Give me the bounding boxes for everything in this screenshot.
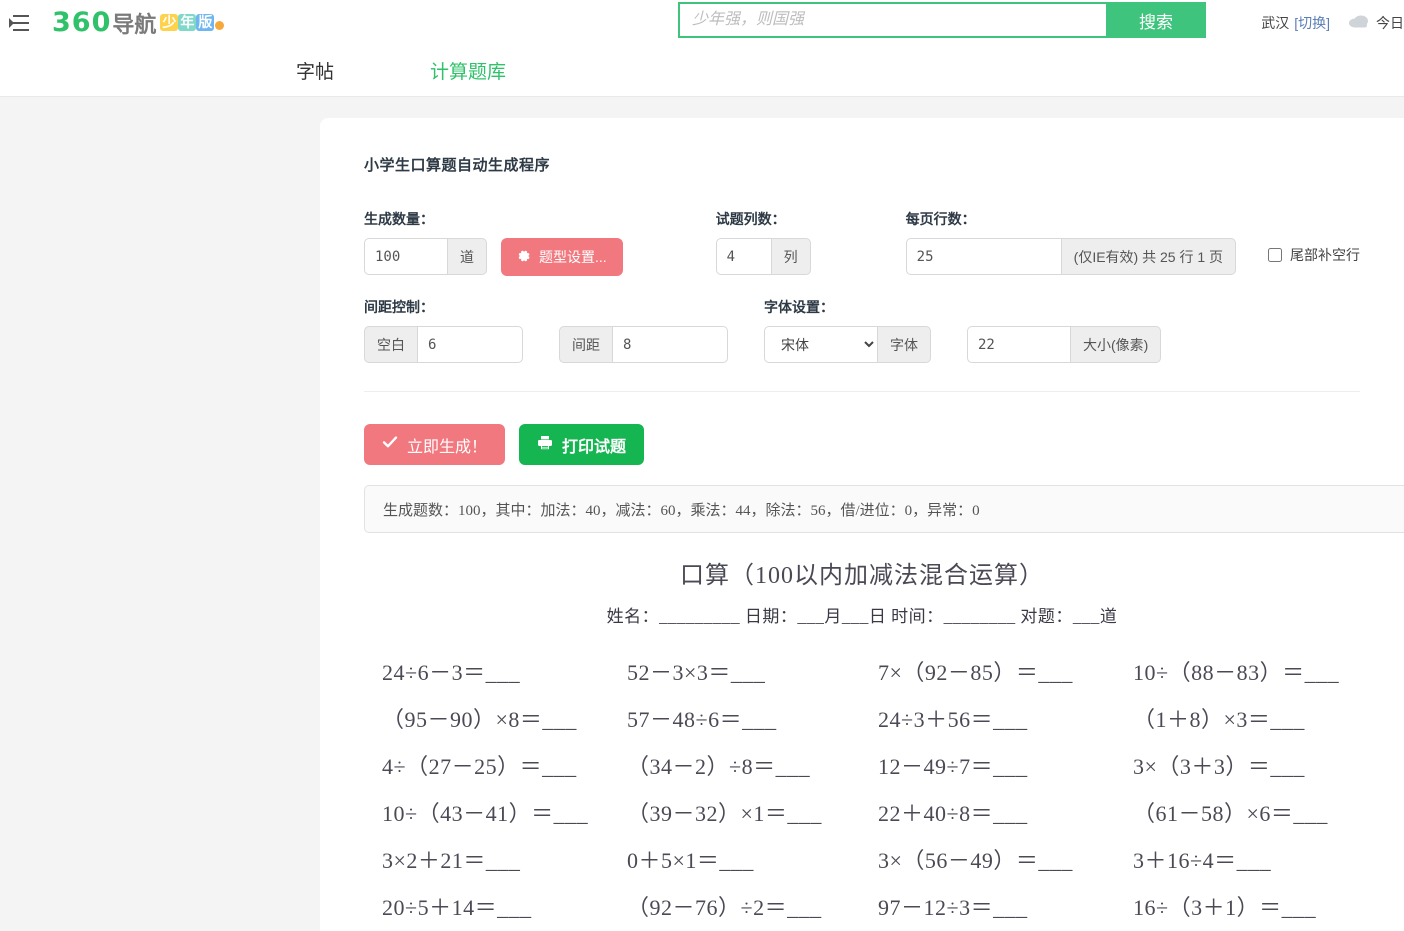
generate-now-label: 立即生成！	[407, 438, 488, 456]
field-columns: 试题列数： 列	[715, 209, 811, 275]
brand-badge-char-3: 版	[196, 14, 215, 31]
search-button[interactable]: 搜索	[1106, 2, 1206, 38]
field-rows-per-page: 每页行数： (仅IE有效) 共 25 行 1 页	[905, 209, 1237, 275]
fill-blank-rows-checkbox-wrap: 尾部补空行	[1268, 245, 1360, 275]
field-spacing: 间距控制： 空白 间距	[364, 297, 728, 363]
page-body: 小学生口算题自动生成程序 生成数量： 道	[0, 97, 1404, 931]
page-title: 小学生口算题自动生成程序	[364, 157, 551, 174]
top-bar: 360 导航 少 年 版 搜索 武汉 [切换] 今日	[0, 0, 1404, 45]
cloud-icon	[1348, 14, 1370, 31]
rows-input[interactable]	[905, 238, 1062, 275]
problem-item: 12－49÷7＝___	[878, 754, 1028, 779]
font-input-groups: 宋体 字体 大小(像素)	[764, 326, 1162, 363]
brand-badge-char-2: 年	[178, 14, 197, 31]
question-type-settings-label: 题型设置...	[539, 249, 607, 265]
content-card: 小学生口算题自动生成程序 生成数量： 道	[320, 118, 1404, 931]
print-paper-button[interactable]: 打印试题	[519, 424, 645, 465]
columns-unit-addon: 列	[771, 238, 811, 275]
check-icon	[382, 435, 398, 454]
worksheet: 口算（100以内加减法混合运算） 姓名：_________ 日期：___月___…	[364, 555, 1360, 931]
problem-item: 3×（3＋3）＝___	[1133, 754, 1305, 779]
search-input[interactable]	[678, 2, 1106, 38]
gear-icon	[517, 249, 531, 266]
problem-item: 22＋40÷8＝___	[878, 801, 1028, 826]
spacing-label: 间距控制：	[364, 299, 434, 315]
nav-tabs: 字帖 计算题库	[0, 45, 1404, 97]
menu-collapse-icon[interactable]	[4, 14, 34, 32]
brand-badge: 少 年 版	[160, 14, 225, 31]
problem-item: （34－2）÷8＝___	[627, 754, 811, 779]
columns-input[interactable]	[715, 238, 772, 275]
blank-input[interactable]	[418, 326, 523, 363]
problem-item: 57－48÷6＝___	[627, 707, 777, 732]
problem-item: 4÷（27－25）＝___	[382, 754, 577, 779]
problem-item: 20÷5＋14＝___	[382, 895, 532, 920]
spacing-input-groups: 空白 间距	[364, 326, 728, 363]
font-family-select[interactable]: 宋体	[764, 326, 878, 363]
section-divider	[364, 391, 1360, 392]
problem-item: 3×（56－49）＝___	[878, 848, 1073, 873]
font-label: 字体设置：	[764, 299, 834, 315]
brand-badge-dot	[215, 21, 225, 30]
generate-now-button[interactable]: 立即生成！	[364, 424, 506, 465]
hamburger-collapse-icon	[9, 14, 29, 31]
font-addon: 字体	[878, 326, 931, 363]
rows-label: 每页行数：	[905, 211, 976, 227]
action-buttons: 立即生成！ 打印试题	[364, 424, 1360, 465]
problem-item: 97－12÷3＝___	[878, 895, 1028, 920]
problem-item: （92－76）÷2＝___	[627, 895, 822, 920]
rows-input-group: (仅IE有效) 共 25 行 1 页	[905, 238, 1237, 275]
worksheet-problems: 24÷6－3＝___ 52－3×3＝___ 7×（92－85）＝___ 10÷（…	[364, 649, 1360, 931]
worksheet-info-line: 姓名：_________ 日期：___月___日 时间：________ 对题：…	[606, 607, 1118, 626]
top-right-info: 武汉 [切换] 今日	[1261, 0, 1404, 45]
problem-item: （39－32）×1＝___	[627, 801, 822, 826]
city-label: 武汉	[1261, 14, 1290, 31]
problem-item: 3×2＋21＝___	[382, 848, 521, 873]
problem-item: 24÷3＋56＝___	[878, 707, 1028, 732]
problem-item: 10÷（43－41）＝___	[382, 801, 589, 826]
problem-item: 24÷6－3＝___	[382, 660, 521, 685]
worksheet-title: 口算（100以内加减法混合运算）	[680, 563, 1044, 589]
problem-item: 52－3×3＝___	[627, 660, 766, 685]
fill-blank-rows-label: 尾部补空行	[1290, 247, 1360, 263]
columns-label: 试题列数：	[715, 211, 786, 227]
question-type-settings-button[interactable]: 题型设置...	[501, 238, 623, 276]
fill-blank-rows-checkbox[interactable]	[1268, 248, 1282, 262]
gap-prefix-addon: 间距	[559, 326, 613, 363]
status-message: 生成题数：100，其中：加法：40，减法：60，乘法：44，除法：56，借/进位…	[364, 485, 1404, 533]
rows-suffix-addon: (仅IE有效) 共 25 行 1 页	[1061, 238, 1237, 275]
today-weather-label: 今日	[1376, 14, 1404, 31]
count-input[interactable]	[364, 238, 448, 275]
blank-prefix-addon: 空白	[364, 326, 418, 363]
field-count: 生成数量： 道 题型设置...	[364, 209, 623, 276]
brand-360-text: 360	[52, 7, 112, 38]
font-size-input[interactable]	[967, 326, 1071, 363]
problem-item: 16÷（3＋1）＝___	[1133, 895, 1317, 920]
count-label: 生成数量：	[364, 211, 434, 227]
problem-item: （1＋8）×3＝___	[1133, 707, 1305, 732]
tab-jisuan-tiku[interactable]: 计算题库	[430, 57, 506, 84]
columns-input-group: 列	[715, 238, 811, 275]
city-switch-link[interactable]: [切换]	[1294, 13, 1330, 33]
tab-zitie[interactable]: 字帖	[296, 57, 334, 84]
font-size-addon: 大小(像素)	[1071, 326, 1162, 363]
form-row-2: 间距控制： 空白 间距 字体设置： 宋体	[364, 297, 1360, 363]
field-font: 字体设置： 宋体 字体 大小(像素)	[764, 297, 1162, 363]
print-paper-label: 打印试题	[562, 438, 627, 456]
brand-nav-text: 导航	[112, 11, 157, 37]
problem-item: 10÷（88－83）＝___	[1133, 660, 1340, 685]
search-bar: 搜索	[678, 2, 1206, 38]
printer-icon	[537, 435, 553, 455]
problem-item: 3＋16÷4＝___	[1133, 848, 1272, 873]
problem-item: 0＋5×1＝___	[627, 848, 754, 873]
count-input-group: 道 题型设置...	[364, 238, 623, 276]
count-unit-addon: 道	[448, 238, 487, 275]
problem-item: 7×（92－85）＝___	[878, 660, 1073, 685]
brand-badge-char-1: 少	[160, 14, 179, 31]
problem-item: （61－58）×6＝___	[1133, 801, 1328, 826]
problem-item: （95－90）×8＝___	[382, 707, 577, 732]
gap-input[interactable]	[613, 326, 728, 363]
form-row-1: 生成数量： 道 题型设置...	[364, 209, 1360, 276]
brand-logo[interactable]: 360 导航 少 年 版	[52, 0, 225, 45]
